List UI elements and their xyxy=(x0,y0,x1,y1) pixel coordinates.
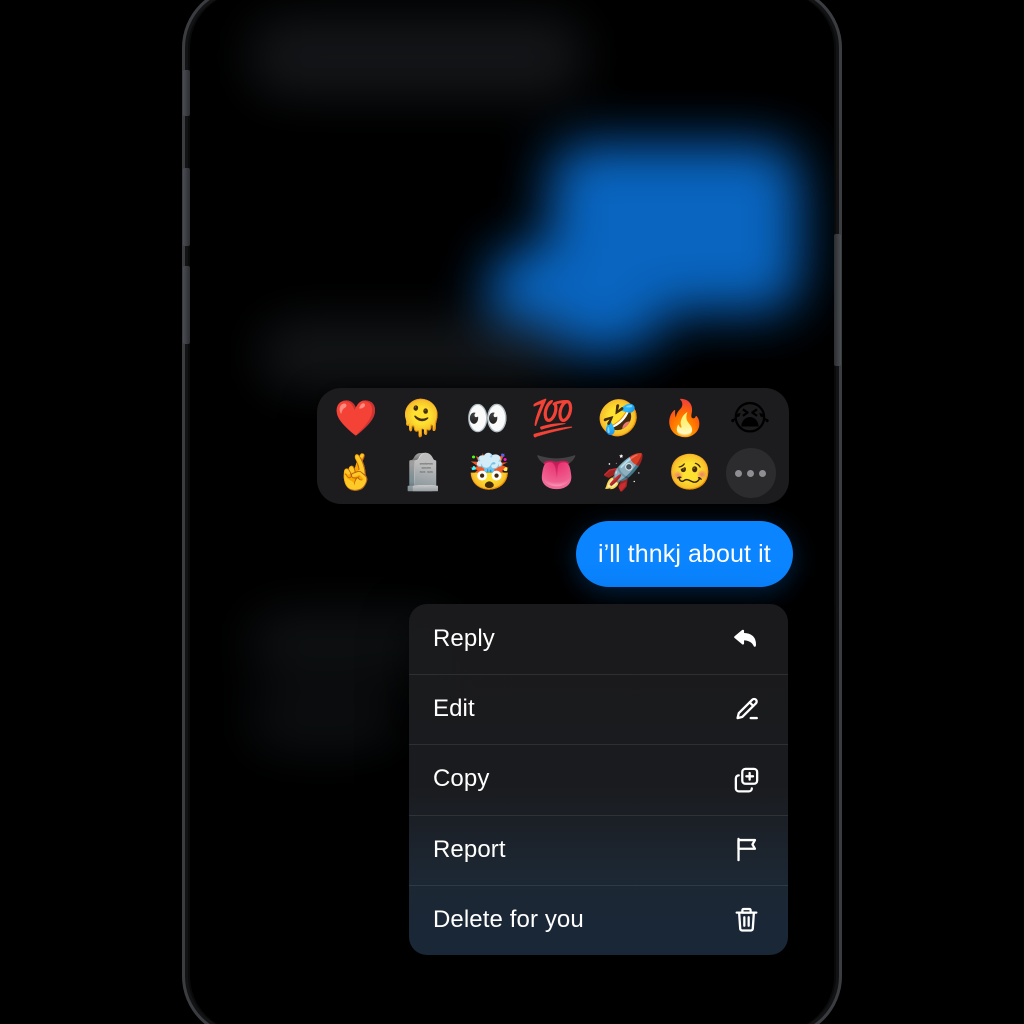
volume-down-button[interactable] xyxy=(183,266,190,344)
emoji-reaction-picker[interactable]: ❤️ 🫠 👀 💯 🤣 🔥 😭 🤞 🪦 🤯 👅 🚀 🥴 xyxy=(317,388,789,504)
rocket-emoji[interactable]: 🚀 xyxy=(592,449,654,497)
melting-face-emoji[interactable]: 🫠 xyxy=(391,395,453,443)
hundred-points-emoji[interactable]: 💯 xyxy=(522,395,584,443)
screenshot-root: ❤️ 🫠 👀 💯 🤣 🔥 😭 🤞 🪦 🤯 👅 🚀 🥴 i’ll thnkj ab… xyxy=(0,0,1024,1024)
more-reactions-button[interactable] xyxy=(725,448,776,498)
context-menu-label: Delete for you xyxy=(433,905,584,933)
fire-emoji[interactable]: 🔥 xyxy=(653,395,715,443)
rolling-on-the-floor-laughing-emoji[interactable]: 🤣 xyxy=(588,395,650,443)
volume-up-button[interactable] xyxy=(183,168,190,246)
message-text: i’ll thnkj about it xyxy=(598,539,771,568)
context-menu-label: Report xyxy=(433,835,506,863)
context-menu-label: Copy xyxy=(433,765,490,793)
pencil-icon xyxy=(729,692,763,726)
power-button[interactable] xyxy=(834,234,841,366)
selected-message-bubble[interactable]: i’ll thnkj about it xyxy=(576,521,793,587)
background-bubble xyxy=(262,322,562,388)
trash-icon xyxy=(729,903,763,937)
headstone-emoji[interactable]: 🪦 xyxy=(392,449,454,497)
ellipsis-dot-icon xyxy=(759,469,767,477)
context-menu-label: Reply xyxy=(433,625,495,653)
context-menu-item-copy[interactable]: Copy xyxy=(409,744,788,814)
ellipsis-dot-icon xyxy=(735,469,743,477)
silent-switch[interactable] xyxy=(183,70,190,116)
context-menu-item-reply[interactable]: Reply xyxy=(409,604,788,674)
message-context-menu[interactable]: Reply Edit Copy Report Delete for you xyxy=(409,604,788,955)
woozy-face-emoji[interactable]: 🥴 xyxy=(659,449,721,497)
copy-icon xyxy=(729,762,763,796)
background-bubble xyxy=(250,692,400,750)
context-menu-item-edit[interactable]: Edit xyxy=(409,674,788,744)
exploding-head-emoji[interactable]: 🤯 xyxy=(459,449,521,497)
emoji-row-2: 🤞 🪦 🤯 👅 🚀 🥴 xyxy=(325,448,781,498)
reply-icon xyxy=(729,622,763,656)
tongue-emoji[interactable]: 👅 xyxy=(525,449,587,497)
flag-icon xyxy=(729,833,763,867)
loudly-crying-face-emoji[interactable]: 😭 xyxy=(719,395,781,443)
ellipsis-dot-icon xyxy=(747,469,755,477)
emoji-row-1: ❤️ 🫠 👀 💯 🤣 🔥 😭 xyxy=(325,395,781,443)
red-heart-emoji[interactable]: ❤️ xyxy=(325,395,387,443)
crossed-fingers-emoji[interactable]: 🤞 xyxy=(325,449,387,497)
context-menu-item-report[interactable]: Report xyxy=(409,814,788,885)
context-menu-item-delete-for-you[interactable]: Delete for you xyxy=(409,884,788,955)
background-bubble xyxy=(252,20,582,94)
context-menu-label: Edit xyxy=(433,695,475,723)
eyes-emoji[interactable]: 👀 xyxy=(456,395,518,443)
